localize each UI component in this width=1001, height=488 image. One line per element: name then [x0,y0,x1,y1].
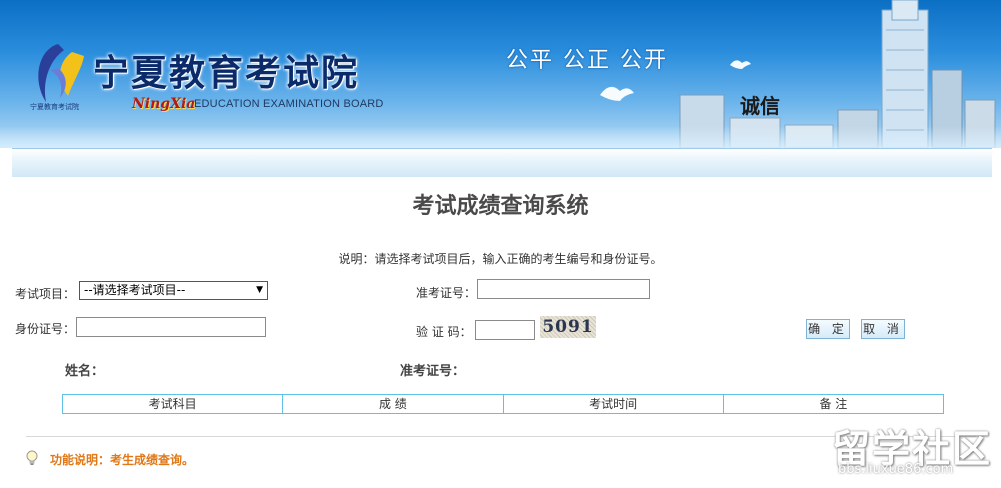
exam-item-select-value: --请选择考试项目-- [84,283,186,297]
organization-english-name: EDUCATION EXAMINATION BOARD [194,98,384,110]
column-header-exam-time: 考试时间 [504,395,724,413]
ningxia-script-text: NingXia [132,96,196,112]
result-ticket-label: 准考证号： [400,364,466,379]
integrity-text: 诚信 [740,94,780,118]
result-table-header: 考试科目 成 绩 考试时间 备 注 [62,394,944,414]
column-header-remarks: 备 注 [819,397,848,411]
lightbulb-icon [26,450,38,465]
banner-bottom-band [0,126,1001,148]
page-title: 考试成绩查询系统 [412,194,589,219]
watermark-url: bbs.liuxue86.com [838,462,954,477]
captcha-label: 验 证 码： [416,325,472,339]
ticket-number-input[interactable] [477,279,650,299]
ticket-number-label: 准考证号： [416,286,477,300]
cancel-button[interactable]: 取 消 [861,319,905,339]
dropdown-arrow-icon: ▼ [256,285,263,295]
sub-header-bar [12,148,992,177]
exam-item-label: 考试项目： [15,287,76,301]
instruction-text: 说明：请选择考试项目后，输入正确的考生编号和身份证号。 [338,252,663,266]
captcha-image[interactable]: 5091 [540,316,596,338]
column-header-subject: 考试科目 [63,395,284,413]
logo-icon [38,44,84,102]
column-header-score: 成 绩 [283,395,504,413]
header-banner: 宁夏教育考试院 宁夏教育考试院 NingXia EDUCATION EXAMIN… [0,0,1001,148]
id-number-input[interactable] [76,317,266,337]
slogan: 公平 公正 公开 [506,48,668,73]
confirm-button[interactable]: 确 定 [806,319,850,339]
function-description: 功能说明：考生成绩查询。 [50,453,195,467]
result-name-label: 姓名： [65,364,105,379]
id-number-label: 身份证号： [15,322,76,336]
captcha-input[interactable] [475,320,535,340]
logo-caption: 宁夏教育考试院 [30,103,79,111]
exam-item-select[interactable]: --请选择考试项目-- ▼ [79,281,268,300]
watermark: 留学社区 bbs.liuxue86.com [832,418,992,482]
organization-title: 宁夏教育考试院 [93,52,360,94]
